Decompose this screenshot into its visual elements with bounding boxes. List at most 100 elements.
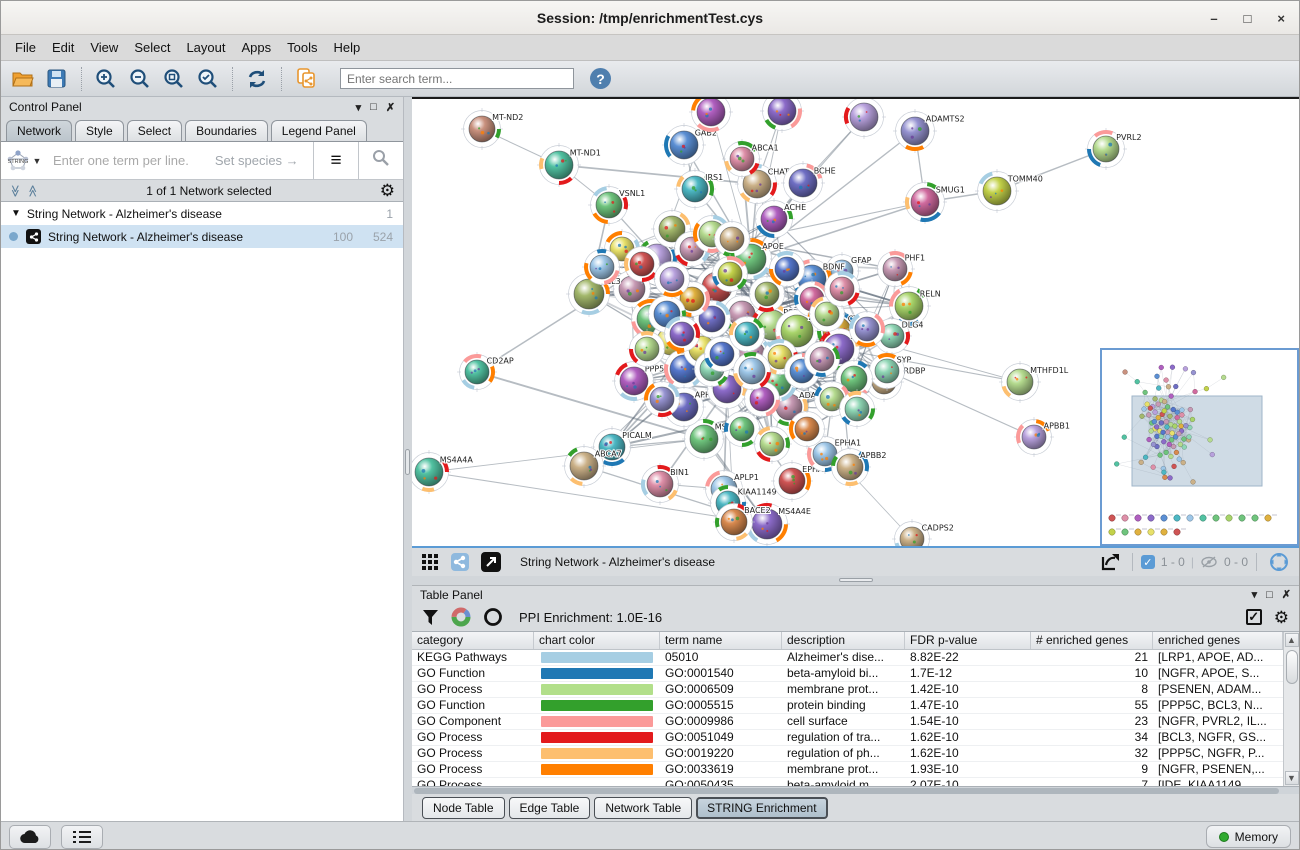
zoom-selected-button[interactable] <box>194 65 222 93</box>
table-row[interactable]: KEGG Pathways05010Alzheimer's dise...8.8… <box>412 650 1283 666</box>
network-node-smug1[interactable]: SMUG1 <box>903 180 965 224</box>
column-header--enriched-genes[interactable]: # enriched genes <box>1031 632 1153 649</box>
menu-apps[interactable]: Apps <box>234 37 280 58</box>
table-row[interactable]: GO ComponentGO:0009986cell surface1.54E-… <box>412 714 1283 730</box>
column-header-chart-color[interactable]: chart color <box>534 632 660 649</box>
task-list-button[interactable] <box>61 825 103 849</box>
birds-eye-view[interactable] <box>1100 348 1299 546</box>
tab-network[interactable]: Network <box>6 120 72 141</box>
network-node-vsnl1[interactable]: VSNL1 <box>588 184 645 226</box>
panel-close-icon[interactable]: ✗ <box>386 101 395 114</box>
table-row[interactable]: GO ProcessGO:0033619membrane prot...1.93… <box>412 762 1283 778</box>
network-node-mt-nd1[interactable]: MT-ND1 <box>537 143 601 187</box>
filter-icon[interactable] <box>422 609 439 626</box>
remove-chart-icon[interactable] <box>483 607 503 627</box>
network-node-ms4a4a[interactable]: MS4A4A <box>412 450 473 494</box>
panel-float-icon[interactable]: □ <box>1266 589 1273 601</box>
network-node[interactable] <box>760 99 804 133</box>
refresh-button[interactable] <box>243 65 271 93</box>
table-row[interactable]: GO FunctionGO:0001540beta-amyloid bi...1… <box>412 666 1283 682</box>
column-header-FDR-p-value[interactable]: FDR p-value <box>905 632 1031 649</box>
tab-legend-panel[interactable]: Legend Panel <box>271 120 367 141</box>
help-icon[interactable]: ? <box>590 68 611 89</box>
minimize-button[interactable]: – <box>1210 11 1217 26</box>
string-options-menu-icon[interactable]: ≡ <box>314 150 358 172</box>
search-input[interactable] <box>340 68 574 89</box>
scroll-thumb[interactable] <box>1286 650 1298 684</box>
network-node-bin1[interactable]: BIN1 <box>639 463 689 505</box>
panel-menu-icon[interactable]: ▾ <box>1252 588 1258 601</box>
network-node-irs1[interactable]: IRS1 <box>674 168 723 210</box>
menu-layout[interactable]: Layout <box>178 37 233 58</box>
network-node-ache[interactable]: ACHE <box>753 198 806 240</box>
column-header-category[interactable]: category <box>412 632 534 649</box>
table-row[interactable]: GO ProcessGO:0019220regulation of ph...1… <box>412 746 1283 762</box>
menu-tools[interactable]: Tools <box>279 37 325 58</box>
expand-all-icon[interactable]: ≫ <box>25 184 39 197</box>
panel-close-icon[interactable]: ✗ <box>1282 588 1291 601</box>
network-row-selected[interactable]: String Network - Alzheimer's disease 100… <box>1 225 403 248</box>
column-header-enriched-genes[interactable]: enriched genes <box>1153 632 1283 649</box>
detach-view-icon[interactable] <box>478 549 504 575</box>
tab-node-table[interactable]: Node Table <box>422 797 505 819</box>
string-search-icon[interactable] <box>359 149 403 172</box>
network-node-bche[interactable]: BCHE <box>781 161 836 205</box>
select-columns-icon[interactable]: ✓ <box>1246 609 1262 625</box>
collapse-all-icon[interactable]: ≫ <box>8 184 22 197</box>
birds-eye-toggle-icon[interactable] <box>1265 548 1293 576</box>
clone-network-button[interactable] <box>292 65 320 93</box>
menu-select[interactable]: Select <box>126 37 178 58</box>
network-options-gear-icon[interactable]: ⚙ <box>380 182 395 199</box>
menu-view[interactable]: View <box>82 37 126 58</box>
tab-network-table[interactable]: Network Table <box>594 797 692 819</box>
collection-expander-icon[interactable]: ▼ <box>11 208 21 219</box>
table-row[interactable]: GO ProcessGO:0051049regulation of tra...… <box>412 730 1283 746</box>
table-row[interactable]: GO ProcessGO:0050435beta-amyloid m...2.0… <box>412 778 1283 786</box>
network-canvas[interactable]: MT-ND2MT-ND1VSNL1GAB2IRS1CHATBCHEACHEABC… <box>412 97 1299 546</box>
maximize-button[interactable]: □ <box>1244 11 1252 26</box>
network-collection-row[interactable]: ▼ String Network - Alzheimer's disease 1 <box>1 202 403 225</box>
horizontal-splitter[interactable] <box>412 576 1299 585</box>
network-node-apbb1[interactable]: APBB1 <box>1014 417 1070 457</box>
save-session-button[interactable] <box>43 65 71 93</box>
menu-edit[interactable]: Edit <box>44 37 82 58</box>
panel-splitter[interactable] <box>404 97 412 821</box>
tab-select[interactable]: Select <box>127 120 182 141</box>
panel-float-icon[interactable]: □ <box>370 101 377 113</box>
string-protein-query-icon[interactable]: STRING ▼ <box>1 149 45 173</box>
tab-edge-table[interactable]: Edge Table <box>509 797 591 819</box>
table-row[interactable]: GO ProcessGO:0006509membrane prot...1.42… <box>412 682 1283 698</box>
splitter-grip[interactable] <box>405 449 410 475</box>
network-node-cd2ap[interactable]: CD2AP <box>457 352 514 392</box>
network-node-tomm40[interactable]: TOMM40 <box>975 169 1043 213</box>
network-node-cadps2[interactable]: CADPS2 <box>892 519 954 546</box>
set-species-label[interactable]: Set species → <box>215 153 299 168</box>
table-horizontal-scrollbar[interactable] <box>412 787 1299 795</box>
menu-file[interactable]: File <box>7 37 44 58</box>
scroll-up-arrow[interactable]: ▲ <box>1285 633 1299 647</box>
table-row[interactable]: GO FunctionGO:0005515protein binding1.47… <box>412 698 1283 714</box>
grid-view-icon[interactable] <box>418 550 442 574</box>
zoom-out-button[interactable] <box>126 65 154 93</box>
column-header-description[interactable]: description <box>782 632 905 649</box>
table-settings-gear-icon[interactable]: ⚙ <box>1274 609 1289 626</box>
network-node-abca7[interactable]: ABCA7 <box>562 444 622 488</box>
close-button[interactable]: × <box>1277 11 1285 26</box>
table-vertical-scrollbar[interactable]: ▲ ▼ <box>1283 632 1299 785</box>
selected-checkbox-icon[interactable]: ✓ <box>1141 555 1155 569</box>
tab-style[interactable]: Style <box>75 120 124 141</box>
open-session-button[interactable] <box>9 65 37 93</box>
scroll-down-arrow[interactable]: ▼ <box>1285 771 1299 785</box>
network-node-adamts2[interactable]: ADAMTS2 <box>893 109 965 153</box>
memory-button[interactable]: Memory <box>1206 825 1291 848</box>
column-header-term-name[interactable]: term name <box>660 632 782 649</box>
cloud-button[interactable] <box>9 825 51 849</box>
scroll-thumb[interactable] <box>414 788 1279 794</box>
menu-help[interactable]: Help <box>326 37 369 58</box>
export-network-icon[interactable] <box>1096 548 1124 576</box>
network-node-phf1[interactable]: PHF1 <box>875 249 925 289</box>
string-view-icon[interactable] <box>448 550 472 574</box>
tab-boundaries[interactable]: Boundaries <box>185 120 268 141</box>
zoom-in-button[interactable] <box>92 65 120 93</box>
splitter-grip[interactable] <box>839 578 873 582</box>
